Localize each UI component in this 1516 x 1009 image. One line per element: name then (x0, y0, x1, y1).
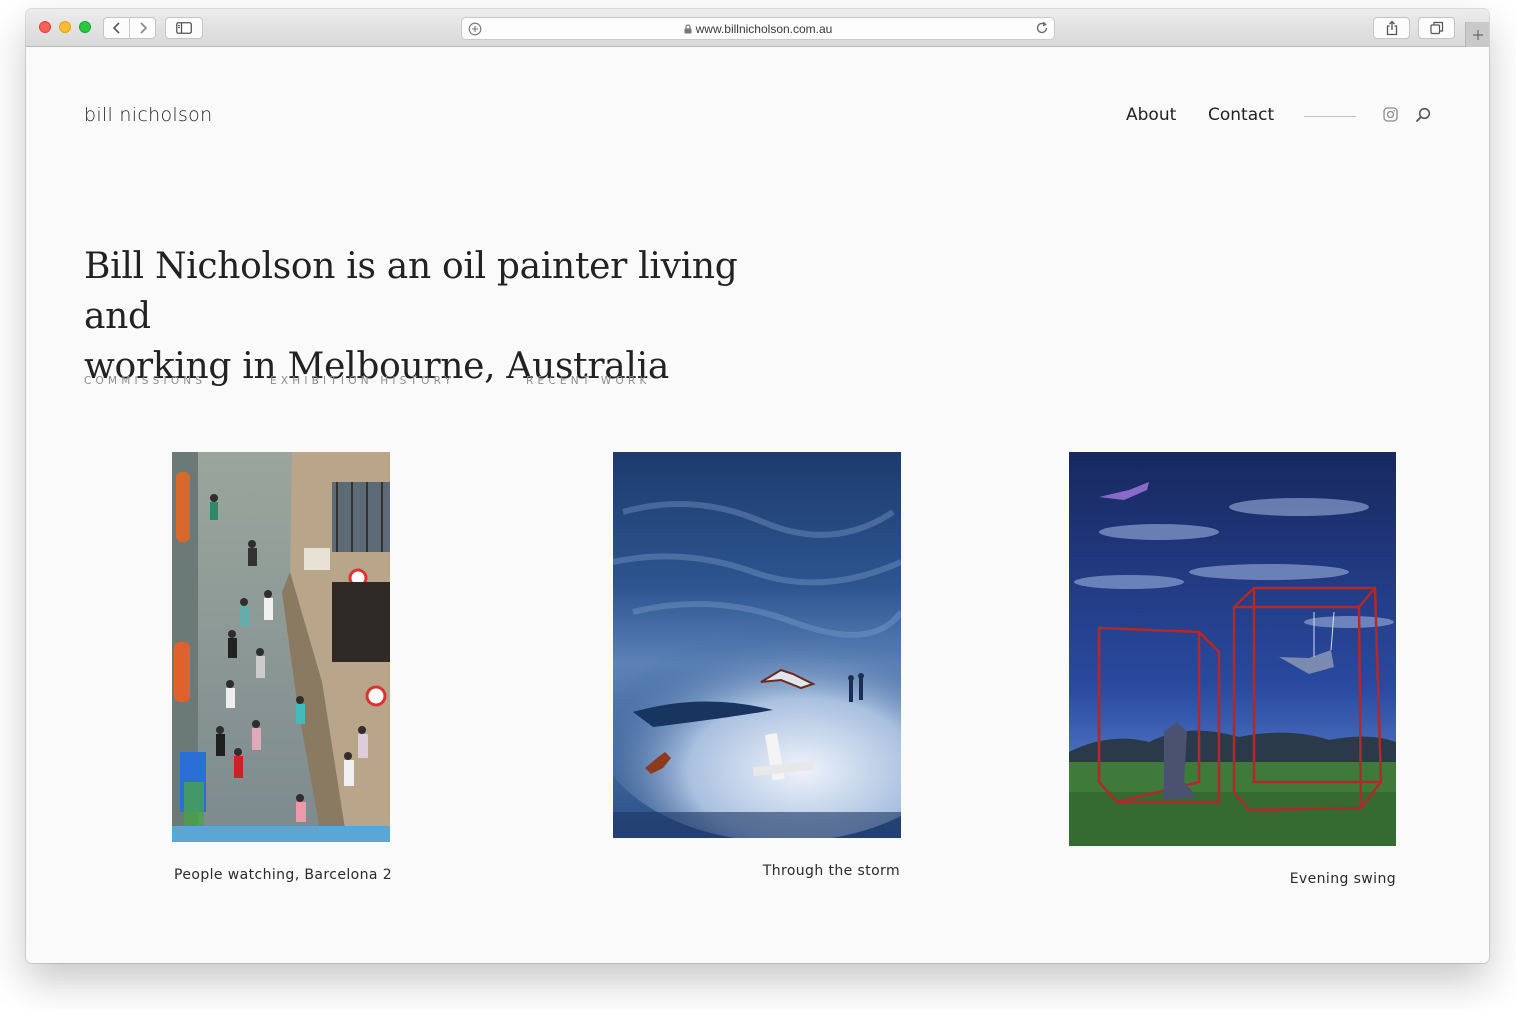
painting-storm-image (613, 452, 901, 838)
show-tabs-button[interactable] (1418, 17, 1455, 39)
nav-contact-link[interactable]: Contact (1208, 105, 1274, 125)
artwork-caption-evening-swing[interactable]: Evening swing (1290, 871, 1396, 887)
share-button[interactable] (1373, 17, 1410, 39)
search-icon[interactable] (1415, 107, 1431, 123)
exhibition-history-link[interactable]: EXHIBITION HISTORY (270, 375, 455, 387)
artwork-evening-swing[interactable] (1069, 452, 1396, 846)
artwork-caption-through-the-storm[interactable]: Through the storm (763, 863, 900, 879)
sidebar-toggle-button[interactable] (165, 17, 203, 39)
forward-button[interactable] (129, 18, 155, 38)
painting-street-scene-image (172, 452, 390, 842)
nav-about-link[interactable]: About (1126, 105, 1176, 125)
recent-work-link[interactable]: RECENT WORK (526, 375, 651, 387)
history-nav-group (103, 17, 156, 39)
artwork-through-the-storm[interactable] (613, 452, 901, 838)
browser-window: www.billnicholson.com.au bill nicholson … (26, 9, 1489, 963)
hero-heading: Bill Nicholson is an oil painter living … (84, 242, 764, 392)
tabs-overview-icon (1429, 21, 1443, 35)
site-logo[interactable]: bill nicholson (84, 104, 212, 126)
chevron-right-icon (140, 22, 147, 34)
lock-icon (684, 24, 692, 34)
web-page: bill nicholson About Contact Bill Nichol… (26, 48, 1489, 963)
instagram-icon[interactable] (1383, 107, 1398, 122)
sidebar-icon (176, 22, 192, 34)
hero-line-1: Bill Nicholson is an oil painter living … (84, 246, 738, 337)
address-bar[interactable]: www.billnicholson.com.au (461, 17, 1055, 40)
url-text-container: www.billnicholson.com.au (462, 22, 1054, 36)
painting-evening-swing-image (1069, 452, 1396, 846)
artwork-caption-people-watching[interactable]: People watching, Barcelona 2 (174, 867, 392, 883)
chevron-left-icon (112, 22, 120, 34)
maximize-window-button[interactable] (79, 21, 91, 33)
artwork-people-watching[interactable] (172, 452, 390, 842)
url-text: www.billnicholson.com.au (695, 22, 833, 36)
minimize-window-button[interactable] (59, 21, 71, 33)
reload-icon[interactable] (1035, 21, 1049, 35)
plus-icon (1472, 29, 1483, 40)
new-tab-button[interactable] (1465, 22, 1489, 47)
commissions-link[interactable]: COMMISSIONS (84, 375, 206, 387)
share-icon (1386, 20, 1397, 36)
back-button[interactable] (104, 18, 129, 38)
browser-toolbar: www.billnicholson.com.au (26, 9, 1489, 47)
close-window-button[interactable] (39, 21, 51, 33)
nav-divider (1304, 116, 1356, 117)
